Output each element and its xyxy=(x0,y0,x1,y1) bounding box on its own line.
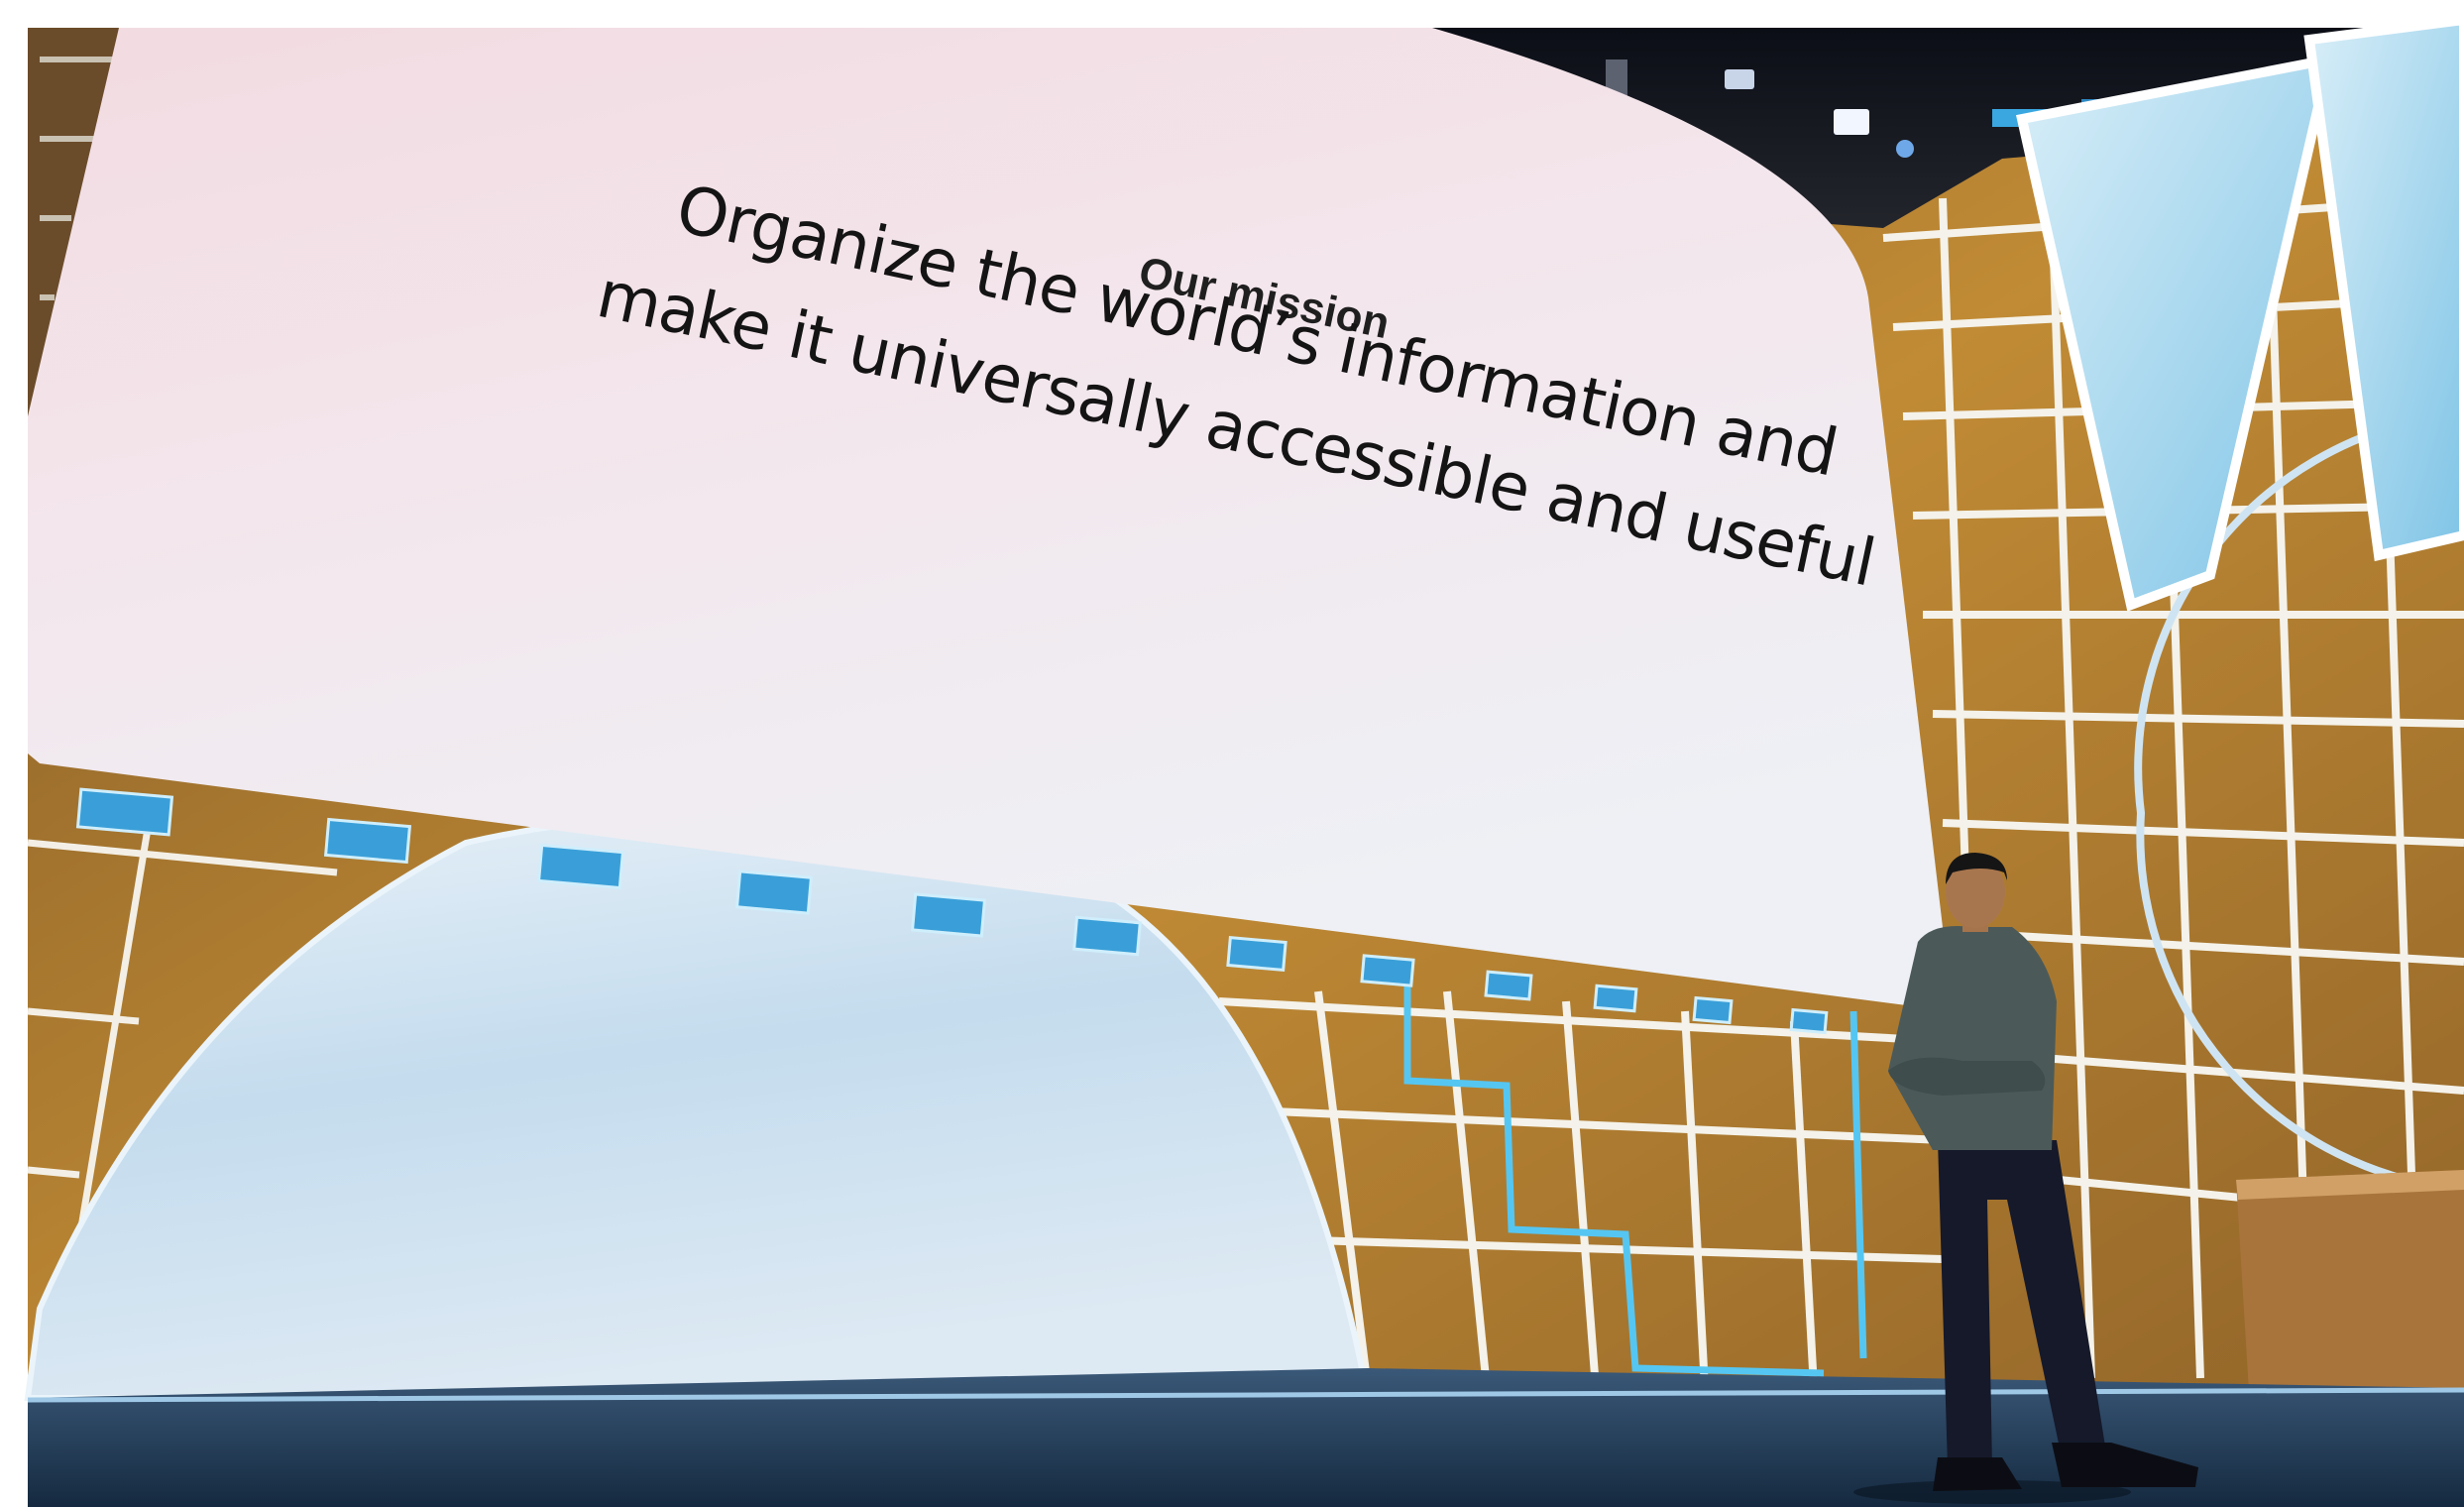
stage-illustration xyxy=(0,0,2464,1507)
podium xyxy=(2236,1170,2464,1408)
keynote-stage-photo: Our mission Organize the world’s informa… xyxy=(0,0,2464,1507)
